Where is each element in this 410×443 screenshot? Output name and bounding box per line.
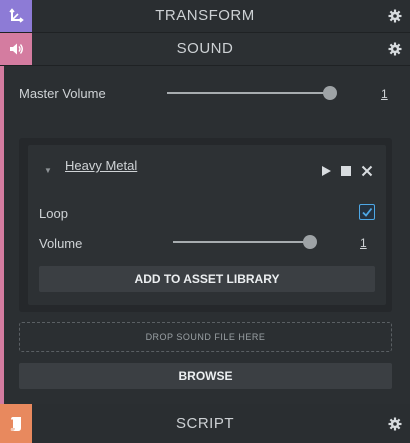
master-volume-value[interactable]: 1: [381, 87, 388, 101]
volume-slider-track[interactable]: [173, 241, 311, 243]
transform-panel-header[interactable]: TRANSFORM: [0, 0, 410, 33]
volume-slider-handle[interactable]: [303, 235, 317, 249]
browse-button[interactable]: BROWSE: [19, 363, 392, 389]
loop-label: Loop: [39, 206, 68, 221]
script-panel-header[interactable]: SCRIPT: [0, 404, 410, 443]
sound-slot-name[interactable]: Heavy Metal: [65, 158, 137, 173]
panel-title: TRANSFORM: [155, 7, 255, 24]
loop-checkbox[interactable]: [359, 204, 375, 220]
checkmark-icon: [362, 207, 373, 217]
gear-icon[interactable]: [388, 9, 402, 23]
master-volume-slider-handle[interactable]: [323, 86, 337, 100]
stop-icon[interactable]: [340, 165, 352, 177]
volume-label: Volume: [39, 236, 83, 251]
collapse-caret-icon[interactable]: ▼: [44, 166, 52, 175]
gear-icon[interactable]: [388, 417, 402, 431]
add-to-asset-library-button[interactable]: ADD TO ASSET LIBRARY: [39, 266, 375, 292]
volume-value[interactable]: 1: [360, 236, 367, 250]
sound-panel-header[interactable]: SOUND: [0, 33, 410, 66]
sound-accent-bar: [0, 66, 4, 404]
panel-title: SCRIPT: [175, 415, 234, 432]
close-icon[interactable]: [361, 165, 373, 177]
panel-title: SOUND: [176, 40, 234, 57]
master-volume-label: Master Volume: [19, 86, 106, 101]
drop-sound-file-zone[interactable]: DROP SOUND FILE HERE: [19, 322, 392, 352]
play-icon[interactable]: [320, 165, 332, 177]
master-volume-slider-track[interactable]: [167, 92, 327, 94]
gear-icon[interactable]: [388, 42, 402, 56]
